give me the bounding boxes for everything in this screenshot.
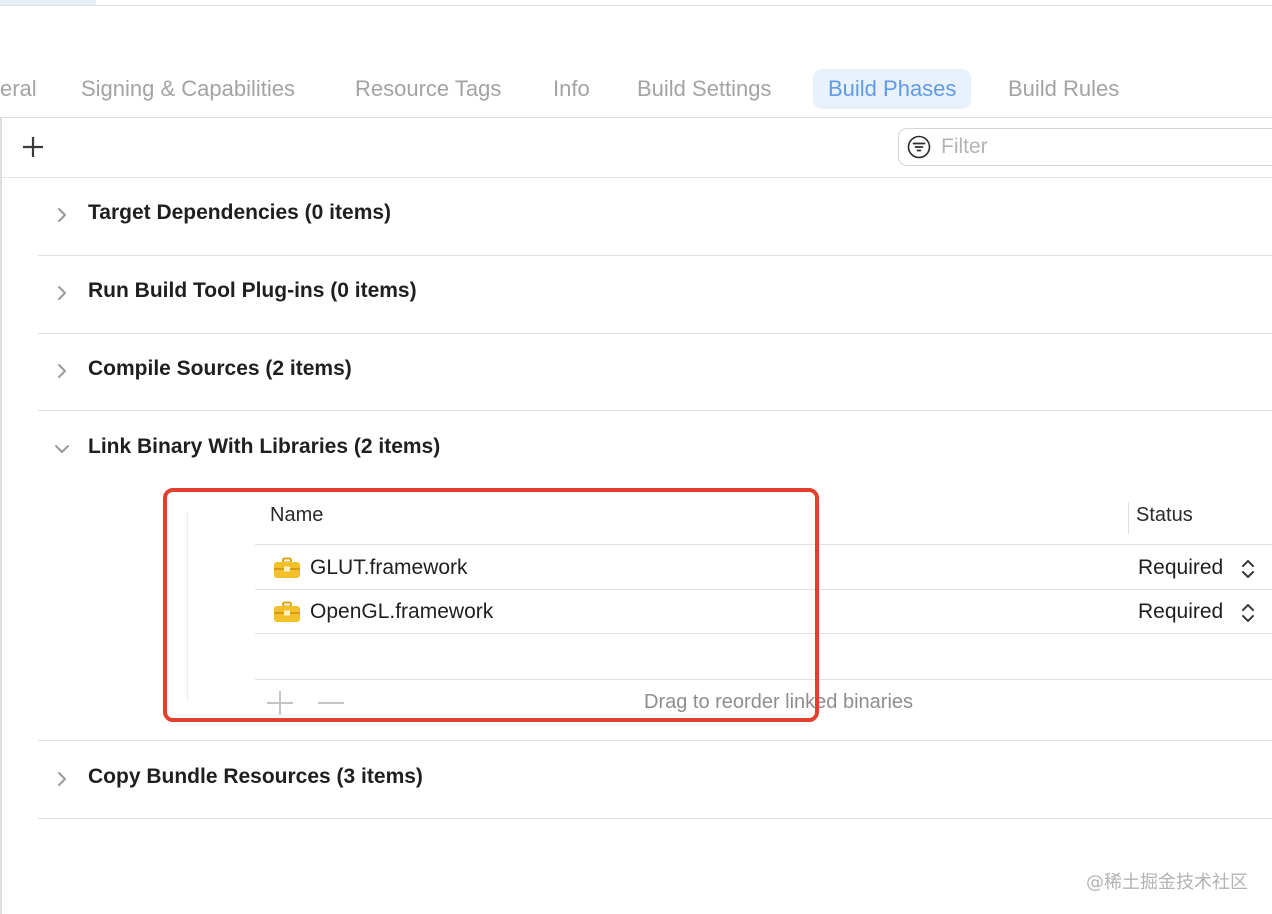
phase-title: Compile Sources (2 items): [88, 357, 352, 380]
row-divider: [255, 633, 1272, 634]
phase-compile-sources[interactable]: Compile Sources (2 items): [38, 334, 1272, 412]
header-divider: [255, 544, 1272, 545]
filter-input[interactable]: [941, 133, 1261, 161]
chevron-right-icon[interactable]: [52, 361, 72, 381]
filter-field[interactable]: [898, 128, 1272, 166]
tab-signing-capabilities[interactable]: Signing & Capabilities: [66, 69, 310, 109]
chevron-up-down-icon[interactable]: [1240, 557, 1256, 581]
table-footer-divider: [255, 679, 1272, 680]
window-top-divider: [0, 5, 1272, 6]
linked-libraries-table: Name Status GLUT.framework Required Open…: [165, 490, 1272, 718]
chevron-down-icon[interactable]: [52, 439, 72, 459]
phase-title: Copy Bundle Resources (3 items): [88, 765, 423, 788]
phase-copy-bundle-resources[interactable]: Copy Bundle Resources (3 items): [38, 742, 1272, 820]
chevron-right-icon[interactable]: [52, 205, 72, 225]
build-phases-toolbar: [2, 118, 1272, 178]
remove-library-button[interactable]: [316, 690, 346, 716]
tab-general[interactable]: eral: [0, 69, 52, 109]
column-header-status[interactable]: Status: [1136, 504, 1193, 527]
phase-run-build-tool-plugins[interactable]: Run Build Tool Plug-ins (0 items): [38, 256, 1272, 334]
tab-build-settings[interactable]: Build Settings: [622, 69, 787, 109]
tab-info[interactable]: Info: [538, 69, 605, 109]
library-status-select[interactable]: Required: [1138, 556, 1223, 580]
phase-title: Target Dependencies (0 items): [88, 201, 392, 224]
editor-left-border: [0, 118, 2, 914]
column-separator: [1128, 502, 1129, 534]
filter-icon: [907, 135, 931, 159]
table-left-border: [187, 512, 188, 702]
add-library-button[interactable]: [265, 690, 295, 716]
drag-reorder-hint: Drag to reorder linked binaries: [644, 691, 914, 713]
phase-divider: [38, 410, 1272, 411]
framework-toolbox-icon: [274, 601, 300, 622]
phase-target-dependencies[interactable]: Target Dependencies (0 items): [38, 178, 1272, 256]
tab-build-rules[interactable]: Build Rules: [993, 69, 1134, 109]
phase-divider: [38, 740, 1272, 741]
tab-build-phases[interactable]: Build Phases: [813, 69, 972, 109]
phase-link-binary-with-libraries[interactable]: Link Binary With Libraries (2 items): [38, 412, 1272, 490]
add-phase-button[interactable]: [20, 134, 46, 160]
tab-resource-tags[interactable]: Resource Tags: [340, 69, 516, 109]
plus-icon: [23, 137, 43, 157]
column-header-name[interactable]: Name: [270, 504, 323, 527]
phase-divider: [38, 818, 1272, 819]
watermark: @稀土掘金技术社区: [1086, 872, 1248, 893]
table-row[interactable]: OpenGL.framework Required: [255, 590, 1272, 634]
phase-title: Link Binary With Libraries (2 items): [88, 435, 441, 458]
library-name: GLUT.framework: [310, 556, 468, 579]
library-status-select[interactable]: Required: [1138, 600, 1223, 624]
phase-title: Run Build Tool Plug-ins (0 items): [88, 279, 417, 302]
library-name: OpenGL.framework: [310, 600, 494, 623]
chevron-up-down-icon[interactable]: [1240, 601, 1256, 625]
framework-toolbox-icon: [274, 557, 300, 578]
chevron-right-icon[interactable]: [52, 769, 72, 789]
editor-tab-bar: eral Signing & Capabilities Resource Tag…: [0, 60, 1272, 118]
table-row[interactable]: GLUT.framework Required: [255, 546, 1272, 590]
chevron-right-icon[interactable]: [52, 283, 72, 303]
